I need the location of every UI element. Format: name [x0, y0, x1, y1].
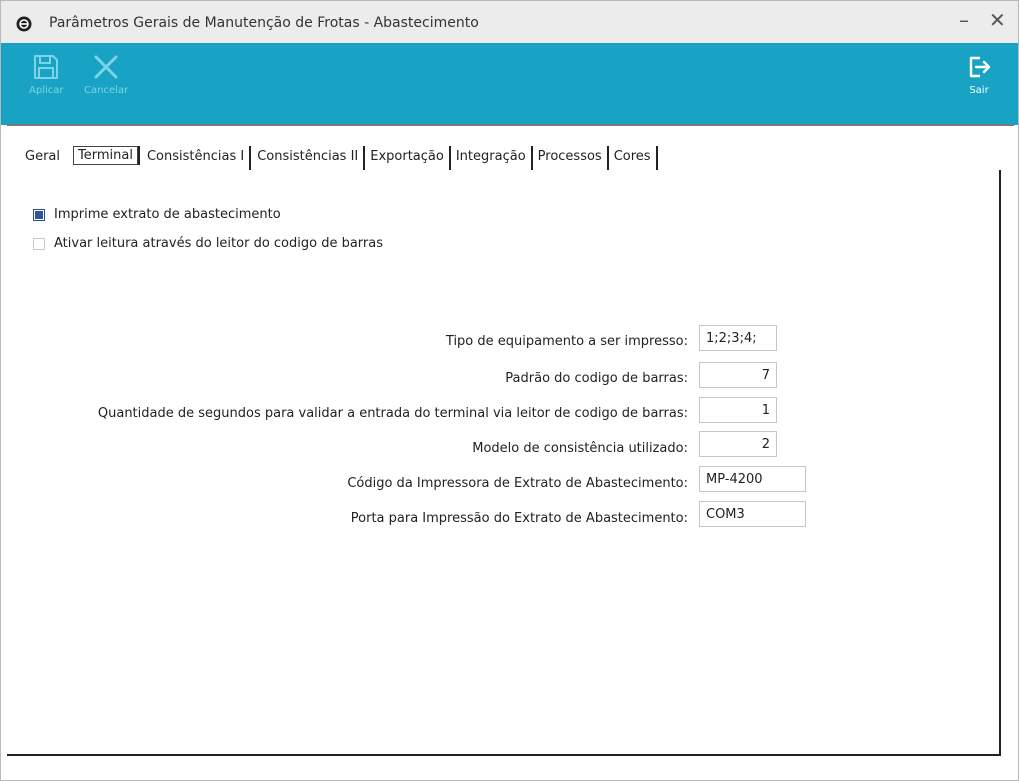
label-printer-code: Código da Impressora de Extrato de Abast…: [347, 476, 688, 491]
toolbar: Aplicar Cancelar Sair: [1, 43, 1018, 125]
label-print-port: Porta para Impressão do Extrato de Abast…: [350, 511, 688, 526]
cancel-button[interactable]: Cancelar: [84, 53, 128, 96]
tab-consistencias-i[interactable]: Consistências I: [142, 146, 252, 170]
equipment-type-input[interactable]: [699, 325, 777, 351]
title-bar: Parâmetros Gerais de Manutenção de Frota…: [1, 1, 1018, 43]
save-icon: [34, 55, 59, 79]
label-consistency-model: Modelo de consistência utilizado:: [472, 441, 688, 456]
checkbox-unchecked[interactable]: [33, 237, 45, 250]
apply-label: Aplicar: [29, 85, 64, 96]
tab-processos[interactable]: Processos: [533, 146, 609, 170]
app-logo-icon: [16, 16, 32, 32]
barcode-standard-input[interactable]: [699, 362, 777, 388]
tab-consistencias-ii[interactable]: Consistências II: [251, 146, 366, 170]
checkbox-print-receipt[interactable]: Imprime extrato de abastecimento: [33, 207, 281, 222]
main-window: Parâmetros Gerais de Manutenção de Frota…: [0, 0, 1019, 781]
settings-panel: Geral Terminal Consistências I Consistên…: [7, 126, 1014, 776]
close-button[interactable]: ✕: [989, 10, 1006, 30]
tab-panel-border-right: [999, 170, 1001, 756]
logout-icon: [969, 56, 991, 78]
tab-integracao[interactable]: Integração: [451, 146, 533, 170]
checkbox-label: Imprime extrato de abastecimento: [54, 207, 281, 222]
exit-label: Sair: [969, 85, 989, 96]
printer-code-input[interactable]: [699, 466, 806, 492]
print-port-input[interactable]: [699, 501, 806, 527]
x-icon: [94, 55, 118, 79]
consistency-model-input[interactable]: [699, 431, 777, 457]
checkbox-barcode-reader[interactable]: Ativar leitura através do leitor do codi…: [33, 236, 383, 251]
label-equipment-type: Tipo de equipamento a ser impresso:: [445, 334, 688, 349]
label-barcode-standard: Padrão do codigo de barras:: [505, 371, 688, 386]
label-validation-seconds: Quantidade de segundos para validar a en…: [97, 406, 688, 421]
validation-seconds-input[interactable]: [699, 397, 777, 423]
tab-geral[interactable]: Geral: [25, 146, 65, 170]
tab-panel-border-bottom: [7, 754, 1001, 756]
window-title: Parâmetros Gerais de Manutenção de Frota…: [49, 15, 479, 31]
tab-exportacao[interactable]: Exportação: [365, 146, 451, 170]
checkbox-label: Ativar leitura através do leitor do codi…: [54, 236, 384, 251]
minimize-button[interactable]: –: [959, 10, 969, 30]
tab-terminal[interactable]: Terminal: [73, 145, 138, 165]
apply-button[interactable]: Aplicar: [29, 53, 63, 96]
exit-button[interactable]: Sair: [965, 53, 993, 96]
tab-bar: Geral Terminal Consistências I Consistên…: [25, 145, 658, 170]
tab-cores[interactable]: Cores: [609, 146, 658, 170]
cancel-label: Cancelar: [84, 85, 129, 96]
checkbox-checked[interactable]: [33, 208, 45, 221]
